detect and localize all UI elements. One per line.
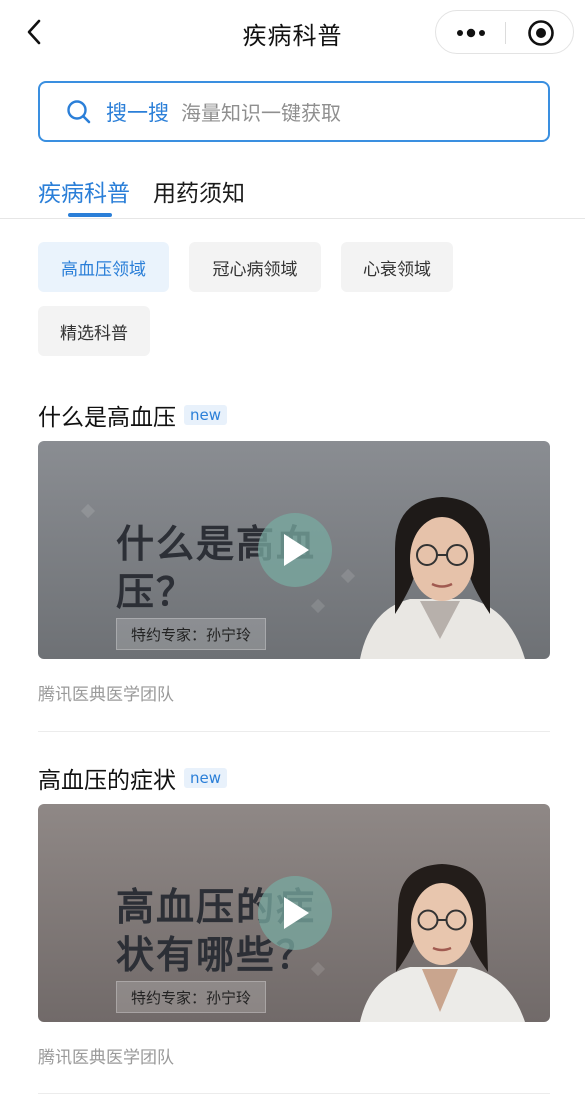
article-title[interactable]: 什么是高血压 new	[38, 398, 228, 432]
divider	[38, 731, 550, 732]
more-dots-icon	[456, 28, 485, 38]
article-title[interactable]: 高血压的症状 new	[38, 761, 228, 795]
tab-active-indicator	[68, 213, 112, 217]
video-thumbnail[interactable]: 高血压的症 状有哪些？ 特约专家：孙宁玲	[38, 804, 550, 1022]
chip-coronary[interactable]: 冠心病领域	[189, 242, 321, 292]
expert-label: 特约专家：孙宁玲	[116, 618, 267, 650]
article-title-text: 高血压的症状	[38, 768, 176, 794]
chip-heart-failure[interactable]: 心衰领域	[341, 242, 453, 292]
chip-hypertension[interactable]: 高血压领域	[38, 242, 169, 292]
article-title-text: 什么是高血压	[38, 405, 176, 431]
play-button[interactable]	[258, 513, 332, 587]
new-badge: new	[184, 405, 228, 425]
play-icon	[284, 534, 309, 566]
mini-program-capsule	[435, 10, 574, 54]
article-source: 腾讯医典医学团队	[38, 1048, 174, 1068]
tab-bar: 疾病科普 用药须知	[0, 170, 585, 219]
decor-diamond	[310, 598, 326, 614]
video-headline-line2: 压？	[116, 570, 197, 614]
tab-medication-notes[interactable]: 用药须知	[153, 174, 245, 208]
video-thumbnail[interactable]: 什么是高血 压？ 特约专家：孙宁玲	[38, 441, 550, 659]
search-icon	[67, 99, 91, 123]
tab-disease-science[interactable]: 疾病科普	[38, 174, 130, 208]
presenter-illustration	[360, 497, 525, 659]
play-icon	[284, 897, 309, 929]
presenter-illustration	[360, 864, 525, 1022]
search-placeholder: 海量知识一键获取	[181, 101, 341, 125]
target-close-icon	[527, 20, 554, 46]
expert-label: 特约专家：孙宁玲	[116, 981, 267, 1013]
decor-diamond	[80, 503, 96, 519]
play-button[interactable]	[258, 876, 332, 950]
close-button[interactable]	[506, 11, 575, 55]
more-button[interactable]	[436, 11, 505, 55]
navigation-bar: 疾病科普	[0, 0, 585, 64]
search-label: 搜一搜	[106, 100, 169, 125]
article-source: 腾讯医典医学团队	[38, 685, 174, 705]
search-box[interactable]: 搜一搜 海量知识一键获取	[38, 81, 550, 142]
divider	[38, 1093, 550, 1094]
chip-featured[interactable]: 精选科普	[38, 306, 150, 356]
new-badge: new	[184, 768, 228, 788]
